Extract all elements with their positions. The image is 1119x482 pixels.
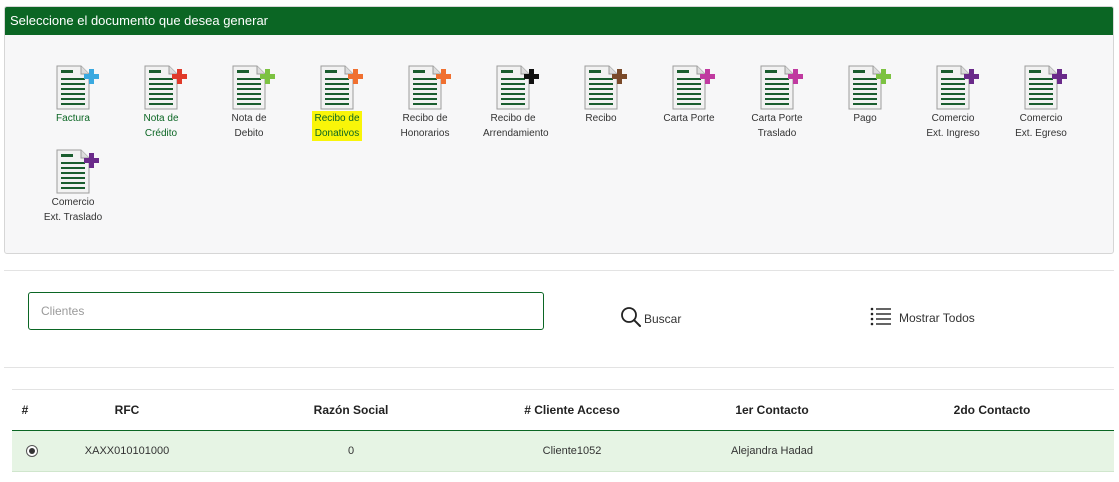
document-option-label: Recibo de Arrendamiento: [483, 113, 549, 139]
cell-rfc: XAXX010101000: [84, 445, 170, 457]
document-option-label: Comercio Ext. Egreso: [1015, 113, 1067, 139]
clientes-search-input[interactable]: [28, 292, 544, 330]
document-option-label: Recibo: [585, 113, 617, 124]
document-option-label: Comercio Ext. Ingreso: [926, 113, 980, 139]
document-plus-icon: [933, 61, 979, 110]
document-option[interactable]: Carta Porte Traslado: [733, 61, 821, 141]
document-plus-icon: [53, 61, 99, 110]
document-option[interactable]: Comercio Ext. Traslado: [29, 145, 117, 225]
document-plus-icon: [405, 61, 451, 110]
document-option[interactable]: Recibo de Donativos: [293, 61, 381, 141]
column-header-1er-contacto: 1er Contacto: [735, 403, 809, 417]
document-option-label: Nota de Debito: [231, 113, 267, 139]
document-option-label: Comercio Ext. Traslado: [43, 197, 103, 223]
divider: [4, 367, 1114, 368]
document-plus-icon: [229, 61, 275, 110]
document-option-label: Carta Porte Traslado: [751, 113, 803, 139]
document-plus-icon: [317, 61, 363, 110]
cell-1er-contacto: Alejandra Hadad: [731, 445, 813, 457]
table-header: # RFC Razón Social # Cliente Acceso 1er …: [12, 390, 1114, 431]
buscar-button[interactable]: Buscar: [620, 306, 681, 331]
mostrar-todos-button[interactable]: Mostrar Todos: [870, 306, 975, 329]
cell-cliente-acceso: Cliente1052: [542, 445, 602, 457]
list-icon: [870, 306, 892, 329]
document-option-label: Factura: [56, 113, 90, 124]
document-option[interactable]: Comercio Ext. Ingreso: [909, 61, 997, 141]
document-plus-icon: [845, 61, 891, 110]
document-plus-icon: [581, 61, 627, 110]
document-option[interactable]: Factura: [29, 61, 117, 126]
clients-table: # RFC Razón Social # Cliente Acceso 1er …: [12, 389, 1114, 472]
document-plus-icon: [669, 61, 715, 110]
document-option-label: Nota de Crédito: [143, 113, 179, 139]
document-option-label: Pago: [853, 113, 877, 124]
document-plus-icon: [1021, 61, 1067, 110]
column-header-rfc: RFC: [114, 403, 140, 417]
document-option[interactable]: Pago: [821, 61, 909, 126]
document-plus-icon: [493, 61, 539, 110]
document-option[interactable]: Recibo de Honorarios: [381, 61, 469, 141]
panel-title: Seleccione el documento que desea genera…: [5, 7, 1113, 35]
document-option[interactable]: Carta Porte: [645, 61, 733, 126]
buscar-label: Buscar: [644, 311, 682, 326]
column-header-cliente-acceso: # Cliente Acceso: [524, 403, 620, 417]
document-plus-icon: [53, 145, 99, 194]
cell-2do-contacto: [912, 431, 1072, 472]
search-icon: [620, 306, 642, 331]
document-selection-panel: Seleccione el documento que desea genera…: [4, 6, 1114, 254]
document-option[interactable]: Nota de Crédito: [117, 61, 205, 141]
column-header-2do-contacto: 2do Contacto: [953, 403, 1031, 417]
column-header-index: #: [21, 403, 29, 417]
document-option[interactable]: Recibo de Arrendamiento: [469, 61, 557, 141]
cell-razon-social: 0: [347, 445, 355, 457]
column-header-razon-social: Razón Social: [313, 403, 389, 417]
document-option[interactable]: Nota de Debito: [205, 61, 293, 141]
table-row[interactable]: XAXX010101000 0 Cliente1052 Alejandra Ha…: [12, 431, 1114, 472]
divider: [4, 270, 1114, 271]
document-option-label: Recibo de Donativos: [293, 111, 381, 141]
document-option[interactable]: Comercio Ext. Egreso: [997, 61, 1085, 141]
document-option-label: Recibo de Honorarios: [400, 113, 450, 139]
document-plus-icon: [757, 61, 803, 110]
row-select-radio[interactable]: [26, 445, 38, 457]
document-option[interactable]: Recibo: [557, 61, 645, 126]
mostrar-todos-label: Mostrar Todos: [899, 310, 975, 325]
document-plus-icon: [141, 61, 187, 110]
document-option-label: Carta Porte: [663, 113, 715, 124]
